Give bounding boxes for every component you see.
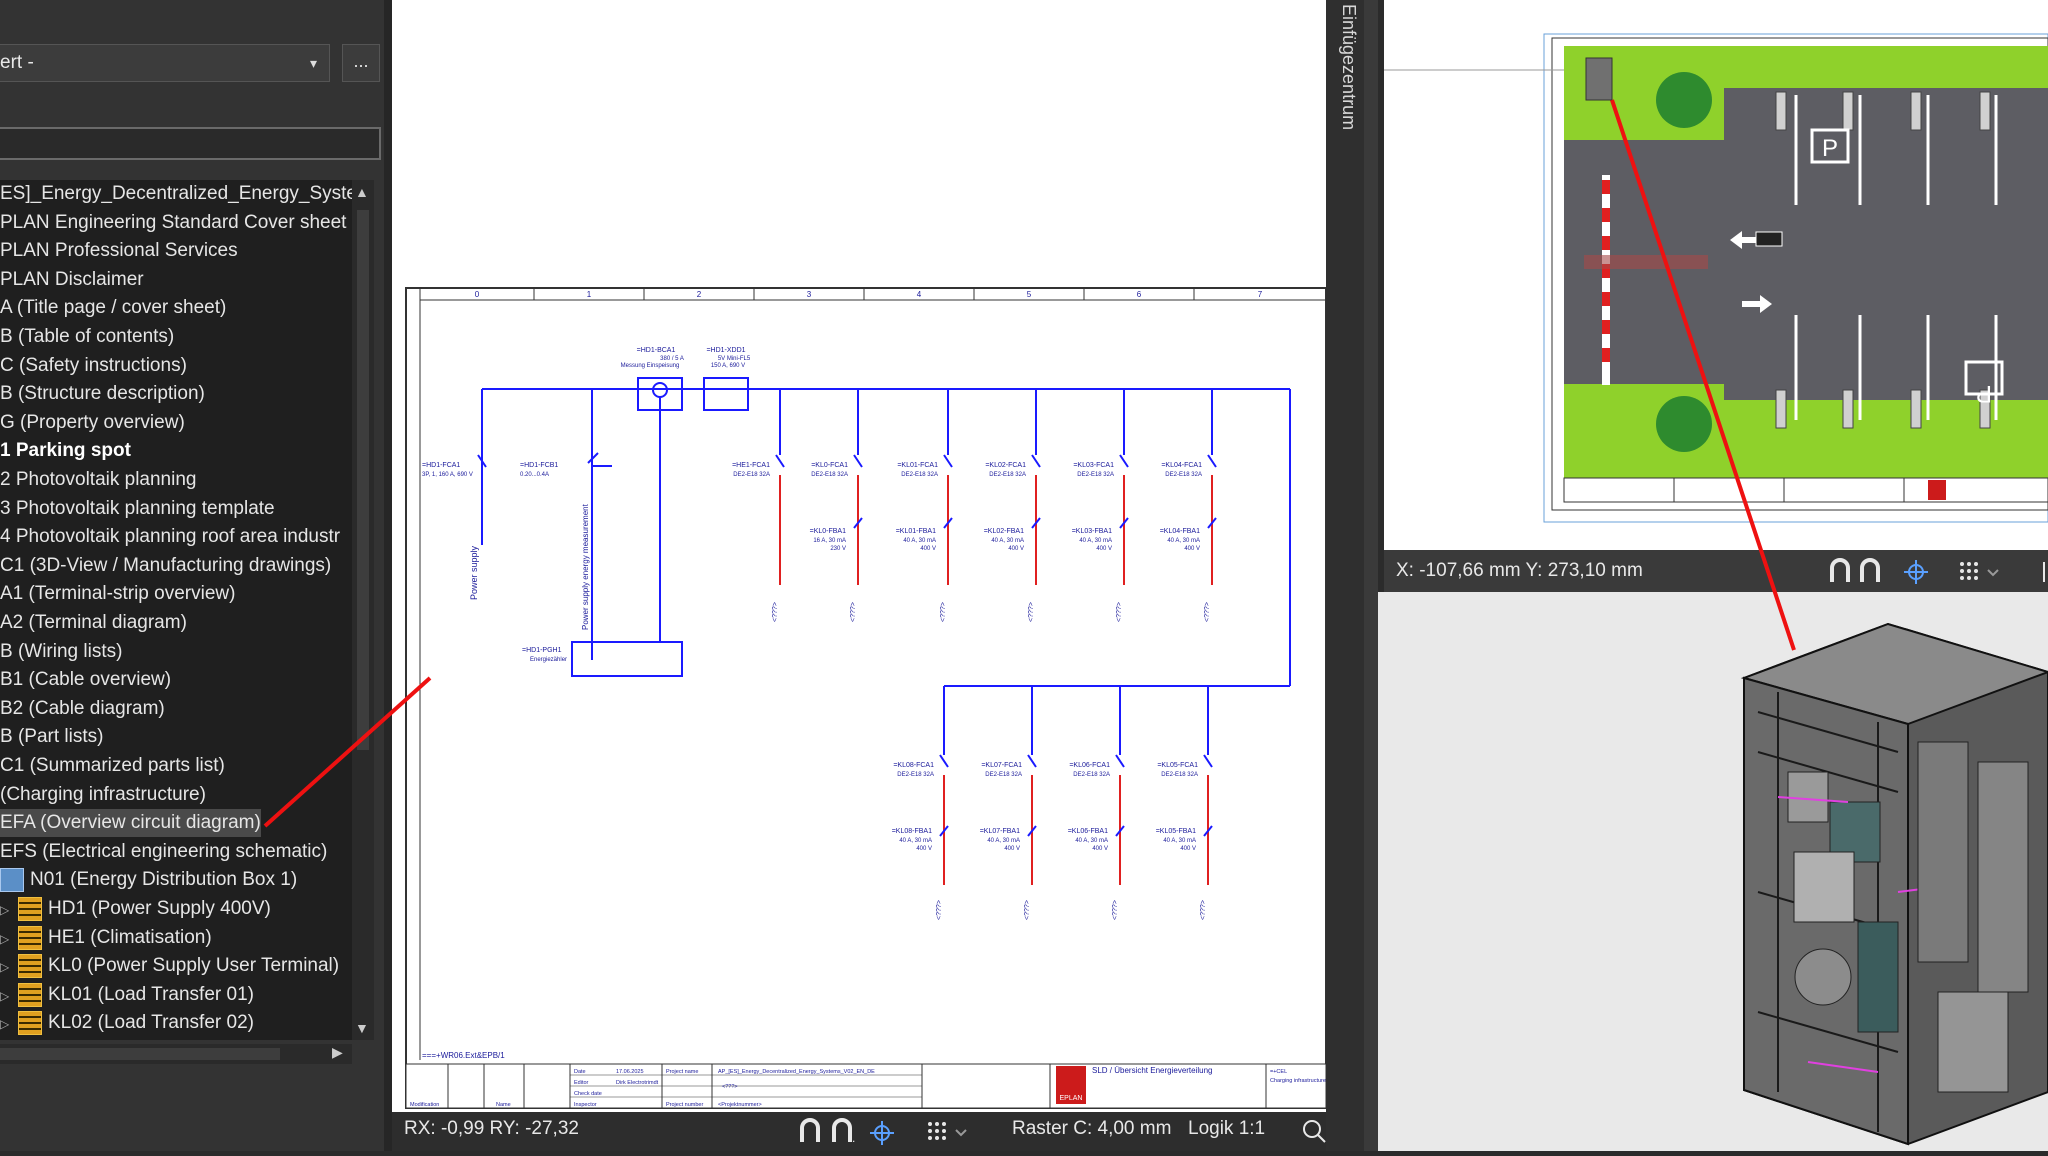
annotation-overlay [263,99,1796,828]
annotation-line-layout-to-cabinet [1610,99,1796,651]
annotation-line-tree-to-schematic [263,676,432,828]
